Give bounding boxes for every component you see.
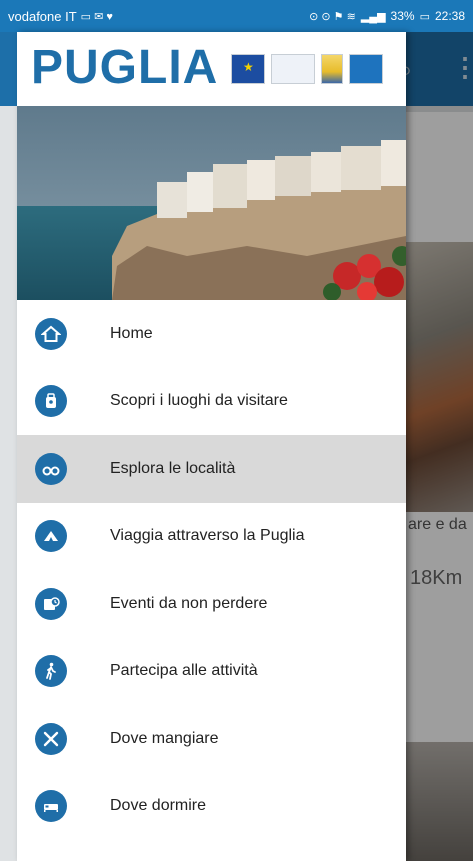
menu-item-label: Dove mangiare (110, 729, 219, 747)
clock: 22:38 (434, 9, 465, 23)
menu-item-label: Dove dormire (110, 797, 207, 815)
menu-item-label: Partecipa alle attività (110, 662, 258, 680)
status-bar: vodafone IT ▭ ✉ ♥ ⊙ ⊙ ⚑ ≋ ▂▄▆ 33% ▭ 22:3… (0, 0, 473, 32)
menu-item-home[interactable]: Home (17, 300, 406, 368)
battery-level: 33% (390, 9, 415, 23)
drawer-scrim[interactable] (405, 32, 473, 861)
battery-icon: ▭ (419, 10, 430, 23)
menu-item-label: Home (110, 324, 153, 342)
drawer-header: PUGLIA (17, 32, 406, 300)
travel-icon (35, 520, 67, 553)
menu-item-label: Esplora le località (110, 459, 236, 477)
menu-item-events[interactable]: Eventi da non perdere (17, 570, 406, 638)
navigation-drawer: PUGLIA ★ Home Scopri i luoghi da visitar… (17, 32, 406, 861)
drawer-menu: Home Scopri i luoghi da visitare Esplora… (17, 300, 406, 840)
program-logo (271, 54, 315, 84)
signal-icon: ▂▄▆ (360, 10, 386, 23)
calendar-icon (35, 587, 67, 620)
menu-item-activities[interactable]: Partecipa alle attività (17, 638, 406, 706)
carrier-label: vodafone IT (8, 8, 77, 24)
menu-item-label: Eventi da non perdere (110, 594, 268, 612)
puglia-region-logo (349, 54, 383, 84)
eu-flag-logo (231, 54, 265, 84)
sponsor-logos (231, 54, 383, 84)
map-pin-icon (35, 385, 67, 418)
menu-item-label: Scopri i luoghi da visitare (110, 392, 288, 410)
menu-item-label: Viaggia attraverso la Puglia (110, 527, 305, 545)
binoculars-icon (35, 452, 67, 485)
menu-item-explore-localities[interactable]: Esplora le località (17, 435, 406, 503)
menu-item-where-to-sleep[interactable]: Dove dormire (17, 773, 406, 841)
logo-strip: PUGLIA (17, 32, 406, 106)
puglia-logo: PUGLIA (31, 41, 219, 94)
fork-knife-icon (35, 722, 67, 755)
system-status-icons: ⊙ ⊙ ⚑ ≋ (309, 10, 356, 23)
menu-item-travel[interactable]: Viaggia attraverso la Puglia (17, 503, 406, 571)
coat-of-arms-logo (321, 54, 343, 84)
walking-person-icon (35, 655, 67, 688)
menu-item-where-to-eat[interactable]: Dove mangiare (17, 705, 406, 773)
notification-icons: ▭ ✉ ♥ (80, 10, 113, 23)
menu-item-discover-places[interactable]: Scopri i luoghi da visitare (17, 368, 406, 436)
bed-icon (35, 790, 67, 823)
home-icon (35, 317, 67, 350)
header-photo (17, 106, 406, 300)
